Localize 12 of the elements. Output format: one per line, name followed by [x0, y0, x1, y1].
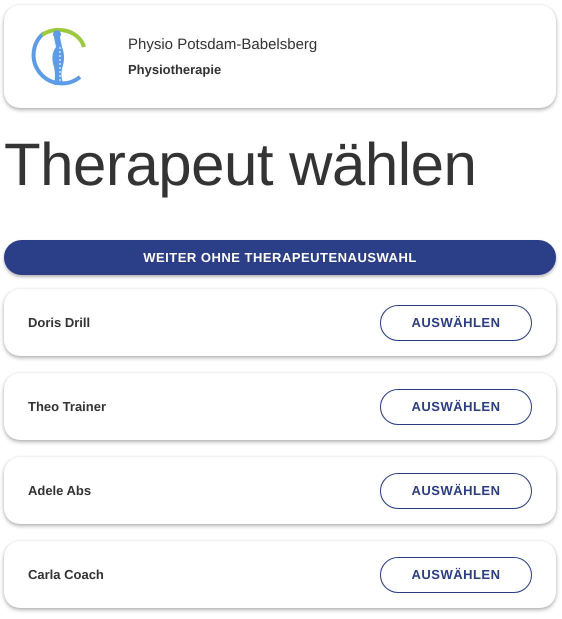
therapist-name: Carla Coach: [28, 567, 104, 582]
practice-name: Physio Potsdam-Babelsberg: [128, 36, 318, 53]
skip-button[interactable]: WEITER OHNE THERAPEUTENAUSWAHL: [4, 240, 556, 275]
therapist-name: Adele Abs: [28, 483, 92, 498]
practice-category: Physiotherapie: [128, 62, 222, 77]
therapist-name: Doris Drill: [28, 315, 90, 330]
therapist-name: Theo Trainer: [28, 399, 106, 414]
select-button[interactable]: AUSWÄHLEN: [380, 388, 532, 424]
select-button[interactable]: AUSWÄHLEN: [380, 472, 532, 508]
page-title: Therapeut wählen: [4, 130, 478, 200]
select-button[interactable]: AUSWÄHLEN: [380, 556, 532, 592]
select-button[interactable]: AUSWÄHLEN: [380, 304, 532, 340]
